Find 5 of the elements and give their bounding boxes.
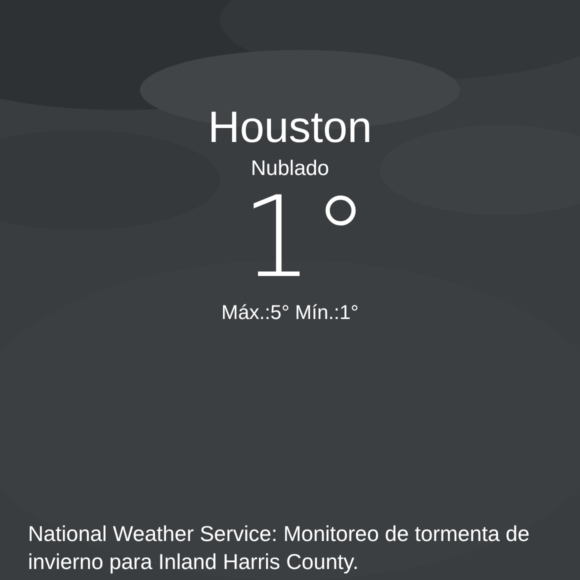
city-name: Houston (208, 102, 372, 154)
temperature: 1° (241, 182, 369, 294)
high-low-temperature: Máx.:5° Mín.:1° (221, 301, 359, 326)
weather-condition: Nublado (250, 156, 330, 182)
alert-text: National Weather Service: Monitoreo de tormenta de invierno para Inland Harris County. (28, 521, 531, 576)
